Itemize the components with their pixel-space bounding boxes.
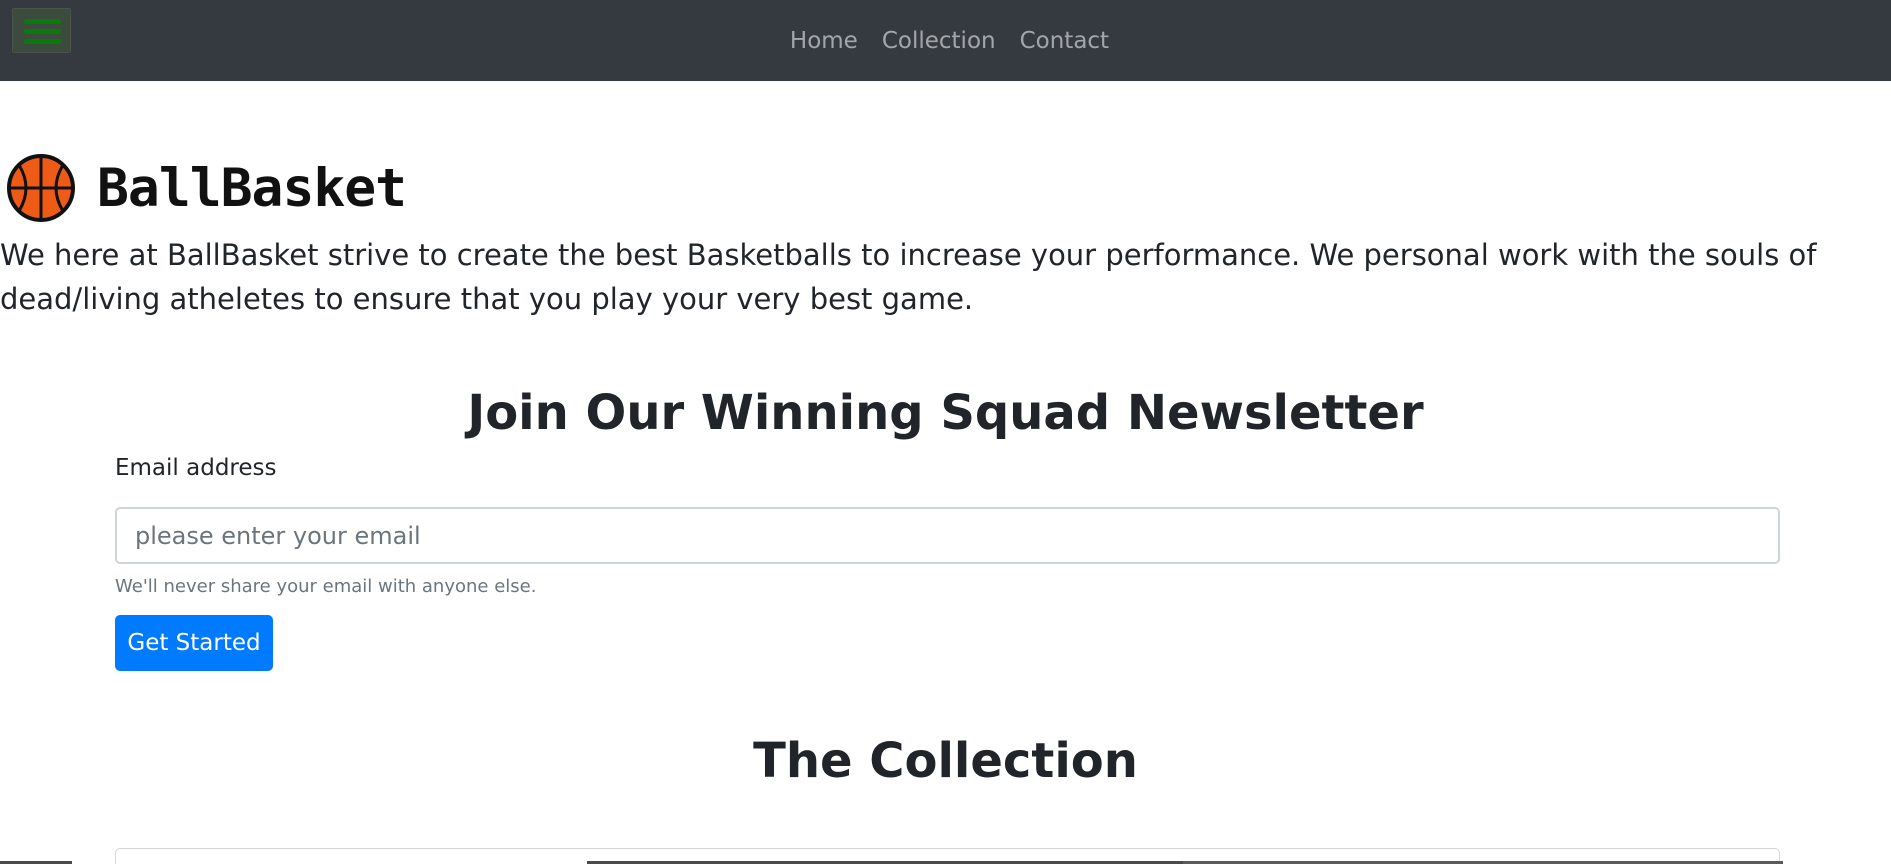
- newsletter-title: Join Our Winning Squad Newsletter: [467, 385, 1424, 441]
- email-field[interactable]: [115, 507, 1780, 564]
- nav-link-collection[interactable]: Collection: [882, 28, 996, 54]
- email-label: Email address: [115, 455, 277, 481]
- nav-links: Home Collection Contact: [0, 0, 1891, 81]
- email-help-text: We'll never share your email with anyone…: [115, 576, 537, 597]
- basketball-icon: [7, 154, 75, 222]
- intro-text: We here at BallBasket strive to create t…: [0, 238, 1817, 316]
- newsletter-form: Email address We'll never share your ema…: [115, 455, 1780, 671]
- brand-name: BallBasket: [97, 157, 407, 219]
- get-started-button[interactable]: Get Started: [115, 615, 273, 671]
- collection-title: The Collection: [753, 733, 1138, 789]
- brand-logo: BallBasket: [6, 152, 407, 224]
- nav-link-home[interactable]: Home: [790, 28, 858, 54]
- nav-link-contact[interactable]: Contact: [1020, 28, 1109, 54]
- top-navbar: Home Collection Contact: [0, 0, 1891, 81]
